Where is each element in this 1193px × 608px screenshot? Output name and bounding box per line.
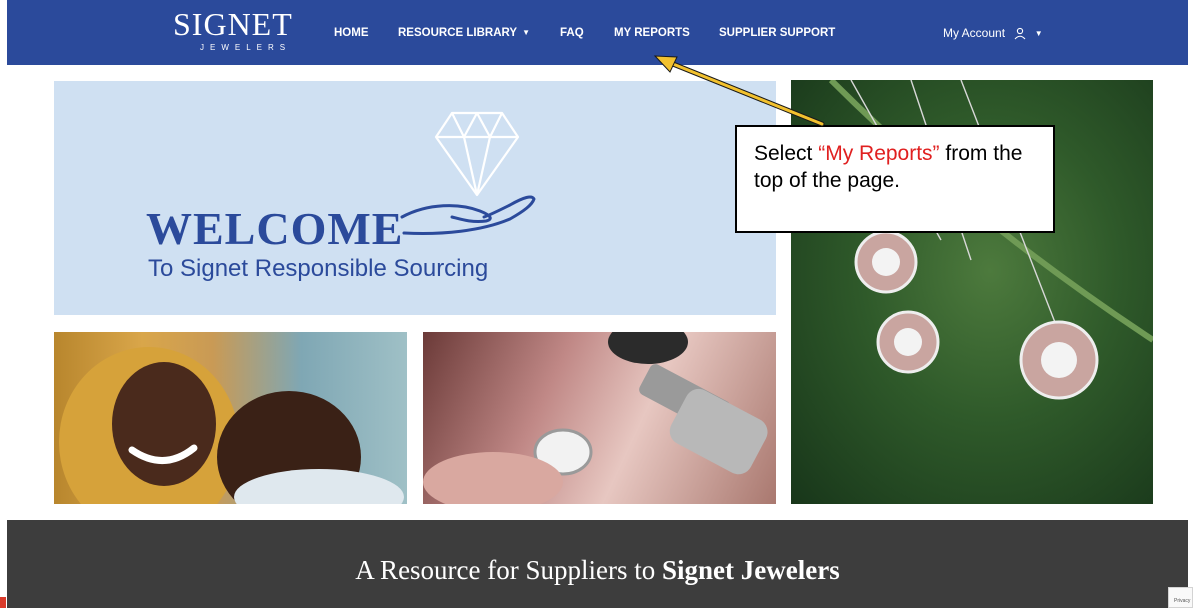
my-account-menu[interactable]: My Account ▼ — [943, 26, 1043, 41]
user-icon — [1014, 27, 1026, 40]
resource-tagline-bold: Signet Jewelers — [662, 555, 840, 585]
logo-wordmark: SIGNET — [173, 6, 293, 42]
resource-tagline-band: A Resource for Suppliers to Signet Jewel… — [7, 520, 1188, 608]
recaptcha-privacy-label: Privacy — [1174, 598, 1191, 604]
chevron-down-icon: ▼ — [522, 28, 530, 37]
ring-polishing-illustration — [423, 332, 768, 504]
top-nav-bar: SIGNET JEWELERS HOME RESOURCE LIBRARY ▼ F… — [7, 0, 1188, 65]
callout-highlight-text: “My Reports” — [818, 142, 940, 165]
welcome-heading: WELCOME — [146, 203, 404, 254]
nav-supplier-support[interactable]: SUPPLIER SUPPORT — [719, 26, 835, 40]
mother-and-child-photo — [54, 332, 407, 504]
signet-logo[interactable]: SIGNET JEWELERS — [173, 6, 293, 52]
my-account-label: My Account — [943, 26, 1006, 40]
resource-tagline-prefix: A Resource for Suppliers to — [355, 555, 662, 585]
welcome-banner: WELCOME To Signet Responsible Sourcing — [54, 81, 776, 315]
nav-supplier-support-label: SUPPLIER SUPPORT — [719, 27, 836, 39]
recaptcha-badge[interactable]: Privacy — [1168, 587, 1193, 608]
nav-resource-library-label: RESOURCE LIBRARY — [398, 27, 518, 39]
nav-faq[interactable]: FAQ — [560, 26, 584, 40]
chevron-down-icon: ▼ — [1034, 29, 1043, 38]
nav-resource-library[interactable]: RESOURCE LIBRARY ▼ — [398, 26, 530, 40]
nav-home-label: HOME — [334, 27, 369, 39]
welcome-subheading: To Signet Responsible Sourcing — [148, 255, 489, 282]
mother-and-child-illustration — [59, 347, 404, 504]
nav-my-reports[interactable]: MY REPORTS — [614, 26, 690, 40]
diamond-icon — [434, 111, 520, 197]
nav-faq-label: FAQ — [560, 27, 584, 39]
resource-tagline: A Resource for Suppliers to Signet Jewel… — [7, 554, 1188, 586]
jeweler-polishing-ring-photo — [423, 332, 776, 504]
left-edge-marker — [0, 597, 6, 608]
instruction-callout: Select “My Reports” from the top of the … — [735, 125, 1055, 233]
callout-text-prefix: Select — [754, 142, 819, 165]
nav-my-reports-label: MY REPORTS — [614, 27, 690, 39]
open-hand-icon — [400, 195, 536, 235]
nav-home[interactable]: HOME — [334, 26, 369, 40]
logo-tagline: JEWELERS — [200, 43, 292, 52]
